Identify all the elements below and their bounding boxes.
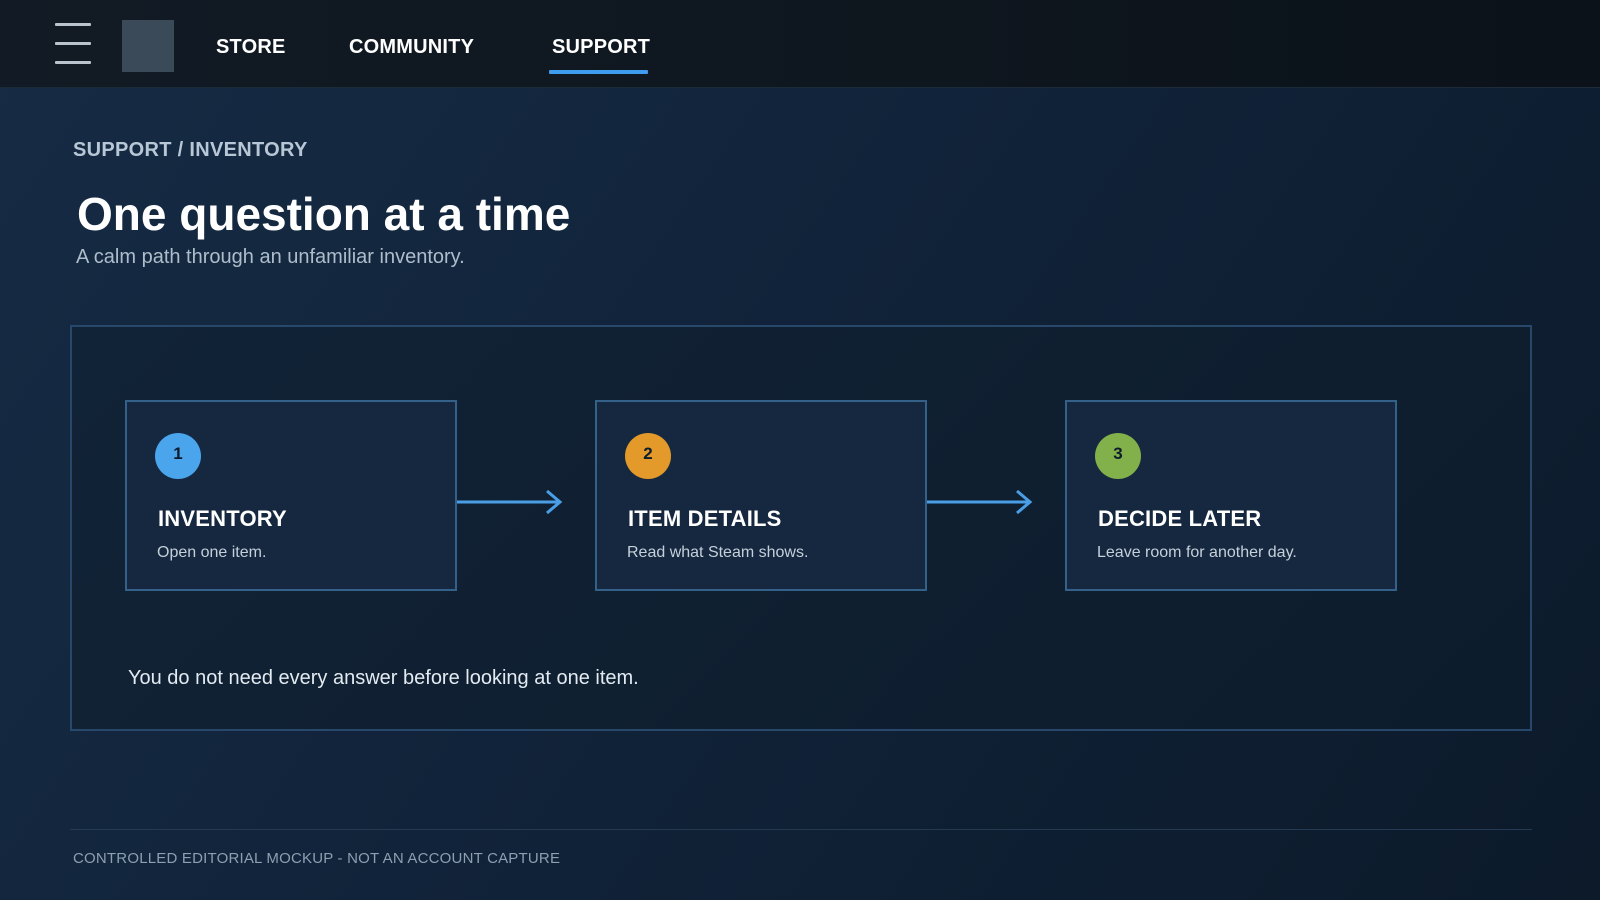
step-title: DECIDE LATER: [1098, 506, 1262, 531]
footer-disclaimer: CONTROLLED EDITORIAL MOCKUP - NOT AN ACC…: [73, 850, 561, 867]
active-tab-indicator: [549, 70, 648, 74]
step-card-item-details: 2 ITEM DETAILS Read what Steam shows.: [595, 400, 927, 591]
footer-divider: [70, 829, 1532, 830]
hamburger-menu-icon[interactable]: [55, 23, 91, 65]
step-title: INVENTORY: [158, 506, 287, 531]
top-nav-bar: STORE COMMUNITY SUPPORT: [0, 0, 1600, 88]
step-description: Leave room for another day.: [1097, 544, 1297, 561]
logo-placeholder[interactable]: [122, 20, 174, 72]
page-title: One question at a time: [77, 188, 571, 240]
step-number-badge: 2: [625, 433, 671, 479]
step-number-badge: 3: [1095, 433, 1141, 479]
nav-tab-store[interactable]: STORE: [216, 36, 286, 59]
step-card-decide-later: 3 DECIDE LATER Leave room for another da…: [1065, 400, 1397, 591]
nav-tab-community[interactable]: COMMUNITY: [349, 36, 474, 59]
arrow-right-icon: [927, 489, 1033, 515]
reassurance-note: You do not need every answer before look…: [128, 667, 639, 689]
steps-panel: 1 INVENTORY Open one item. 2 ITEM DETAIL…: [70, 325, 1532, 731]
step-description: Open one item.: [157, 544, 267, 561]
step-title: ITEM DETAILS: [628, 506, 782, 531]
step-number-badge: 1: [155, 433, 201, 479]
page-subtitle: A calm path through an unfamiliar invent…: [76, 246, 465, 268]
step-description: Read what Steam shows.: [627, 544, 809, 561]
nav-tab-support[interactable]: SUPPORT: [552, 36, 650, 59]
arrow-right-icon: [457, 489, 563, 515]
breadcrumb: SUPPORT / INVENTORY: [73, 139, 308, 161]
step-card-inventory: 1 INVENTORY Open one item.: [125, 400, 457, 591]
